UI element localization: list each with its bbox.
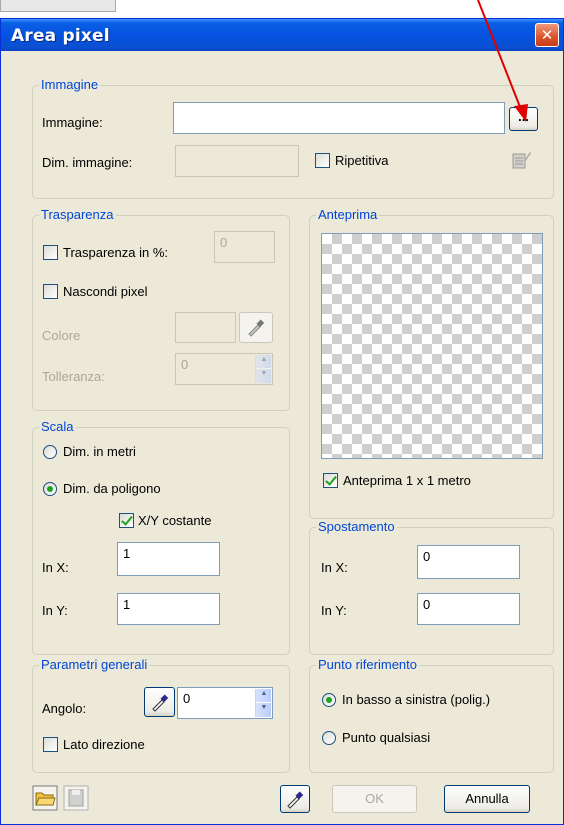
parametri-group: Parametri generali [32,657,290,773]
offset-y-field[interactable]: 0 [417,593,520,625]
hide-pixel-checkbox[interactable] [43,284,58,299]
direction-side-label[interactable]: Lato direzione [63,737,145,753]
angle-label: Angolo: [42,701,87,716]
eyedropper-icon [246,319,266,340]
radio-any-point-label[interactable]: Punto qualsiasi [342,730,430,746]
offset-y-label: In Y: [321,603,347,618]
color-picker-button [239,312,273,343]
open-folder-icon[interactable] [32,785,58,811]
annotation-arrow [477,0,528,122]
transparency-percent-checkbox[interactable] [43,245,58,260]
radio-any-point[interactable] [322,731,336,745]
spin-down-icon: ▼ [260,370,268,377]
tolerance-label: Tolleranza: [42,369,105,384]
pick-button[interactable] [280,785,310,813]
spin-up-icon: ▲ [256,355,272,369]
xy-constant-label[interactable]: X/Y costante [138,513,211,529]
direction-side-checkbox[interactable] [43,737,58,752]
scale-y-field[interactable]: 1 [117,593,220,625]
transparency-percent-field: 0 [214,231,275,263]
radio-bottom-left[interactable] [322,693,336,707]
repeat-label[interactable]: Ripetitiva [335,153,388,169]
color-swatch [175,312,236,343]
spin-down-icon[interactable]: ▼ [256,703,272,717]
immagine-legend: Immagine [39,77,101,93]
trasparenza-legend: Trasparenza [39,207,116,223]
offset-x-label: In X: [321,560,348,575]
radio-dim-polygon-label[interactable]: Dim. da poligono [63,481,161,497]
radio-bottom-left-label[interactable]: In basso a sinistra (polig.) [342,692,490,708]
punto-group: Punto riferimento [309,657,554,773]
image-size-field [175,145,299,177]
dialog-title: Area pixel [11,26,110,46]
preview-canvas [321,233,543,459]
transparency-percent-label[interactable]: Trasparenza in %: [63,245,168,261]
tolerance-spinner: ▲ ▼ [255,355,272,383]
scale-x-label: In X: [42,560,69,575]
offset-x-field[interactable]: 0 [417,545,520,579]
angle-picker-button[interactable] [144,687,175,717]
radio-dim-meters[interactable] [43,445,57,459]
image-size-label: Dim. immagine: [42,155,133,170]
punto-legend: Punto riferimento [316,657,419,673]
scala-legend: Scala [39,419,76,435]
eyedropper-icon [150,694,170,715]
anteprima-legend: Anteprima [316,207,380,223]
properties-icon[interactable] [510,149,532,171]
preview-checkbox[interactable] [323,473,338,488]
scale-y-label: In Y: [42,603,68,618]
spostamento-legend: Spostamento [316,519,397,535]
repeat-checkbox[interactable] [315,153,330,168]
background-window-edge [0,0,116,12]
preview-checkbox-label[interactable]: Anteprima 1 x 1 metro [343,473,471,489]
angle-spinner[interactable]: ▲ ▼ [255,689,272,717]
scale-x-field[interactable]: 1 [117,542,220,576]
radio-dim-polygon[interactable] [43,482,57,496]
spin-up-icon[interactable]: ▲ [256,689,272,703]
eyedropper-icon [285,791,305,812]
radio-dim-meters-label[interactable]: Dim. in metri [63,444,136,460]
image-label: Immagine: [42,115,103,130]
color-label: Colore [42,328,81,343]
hide-pixel-label[interactable]: Nascondi pixel [63,284,148,300]
xy-constant-checkbox[interactable] [119,513,134,528]
cancel-button[interactable]: Annulla [444,785,530,813]
save-icon [63,785,89,811]
ok-button[interactable]: OK [332,785,417,813]
parametri-legend: Parametri generali [39,657,150,673]
